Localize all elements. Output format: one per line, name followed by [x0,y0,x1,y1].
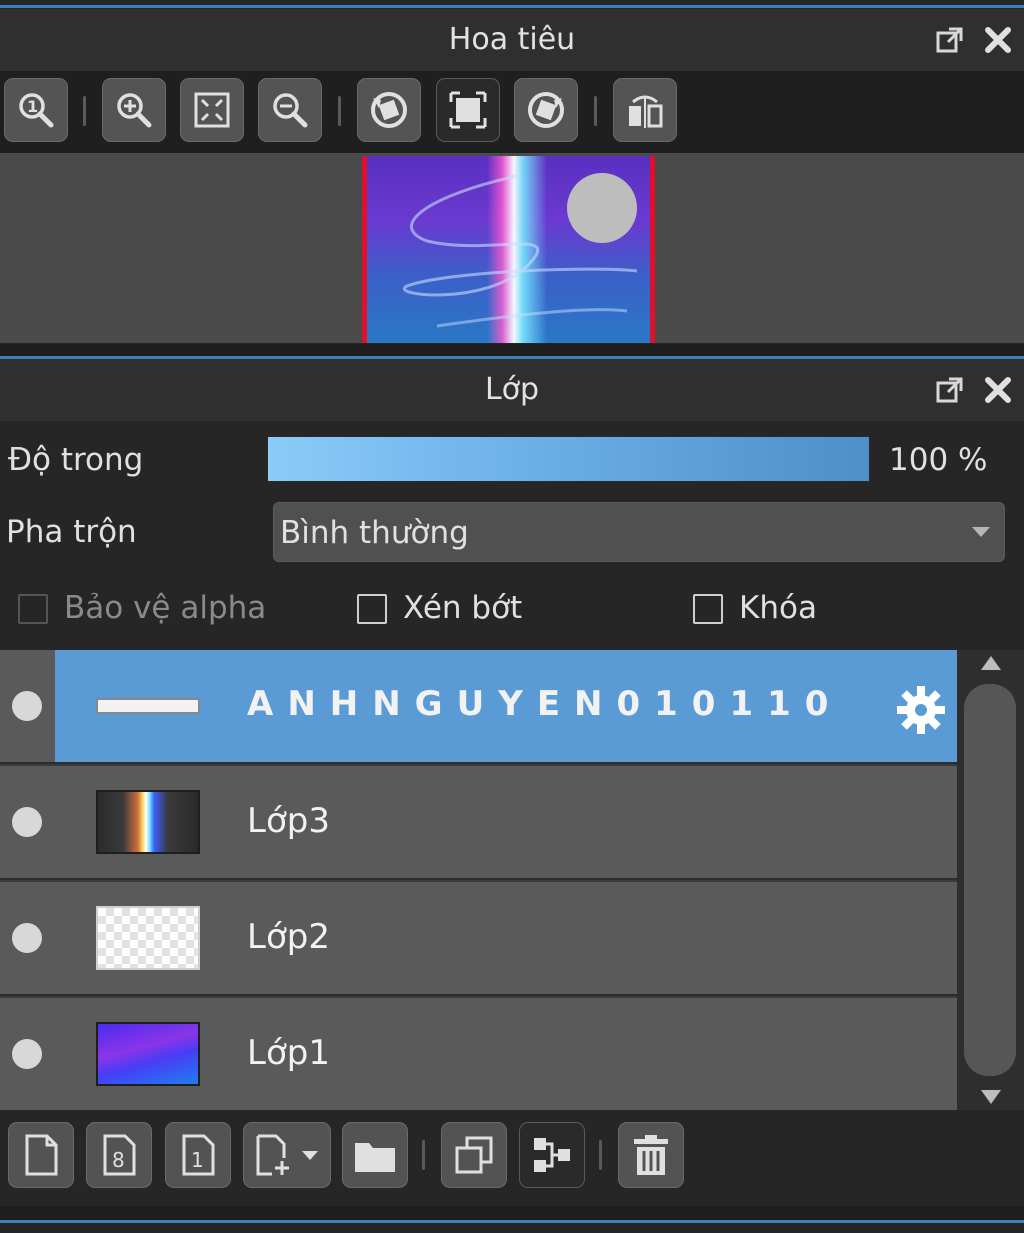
popout-icon[interactable] [930,359,970,421]
scrollbar[interactable] [957,650,1024,1110]
layer-row-lop1[interactable]: Lớp1 [0,998,957,1112]
flip-icon[interactable] [613,78,677,142]
blend-label: Pha trộn [6,514,137,550]
fit-screen-icon[interactable] [180,78,244,142]
toolbar-separator [422,1140,425,1170]
delete-layer-icon[interactable] [618,1122,684,1188]
opacity-slider-fill [268,437,869,481]
add-layer-dropdown-icon[interactable] [243,1122,331,1188]
rotate-right-icon[interactable] [514,78,578,142]
zoom-out-icon[interactable] [258,78,322,142]
layer-row-lop3[interactable]: Lớp3 [0,766,957,880]
svg-text:1: 1 [191,1148,204,1172]
merge-layer-icon[interactable] [519,1122,585,1188]
top-accent-line [0,5,1024,8]
lock-checkbox[interactable] [693,594,723,624]
close-icon[interactable] [978,359,1018,421]
panel-divider[interactable] [0,344,1024,356]
new-layer-8bit-icon[interactable]: 8 [86,1122,152,1188]
clip-label: Xén bớt [403,590,523,626]
scroll-down-icon[interactable] [979,1088,1003,1106]
chevron-down-icon [972,527,990,537]
navigator-preview[interactable] [0,153,1024,343]
opacity-label: Độ trong [8,442,144,478]
svg-text:8: 8 [112,1148,125,1172]
toolbar-separator [599,1140,602,1170]
toolbar-separator [594,96,597,126]
svg-text:1: 1 [27,97,38,116]
layer-row-anhnguyen[interactable]: ANHNGUYEN010110 [0,650,957,764]
layer-name: ANHNGUYEN010110 [247,684,843,724]
clip-checkbox[interactable] [357,594,387,624]
rotate-left-icon[interactable] [357,78,421,142]
opacity-value: 100 % [889,442,988,478]
lock-label: Khóa [739,590,817,626]
layer-thumbnail [96,906,200,970]
scroll-up-icon[interactable] [979,654,1003,672]
layer-thumbnail [96,698,200,714]
duplicate-layer-icon[interactable] [441,1122,507,1188]
new-layer-icon[interactable] [8,1122,74,1188]
layers-title-bar: Lớp [0,359,1024,421]
layer-thumbnail [96,790,200,854]
layer-name: Lớp1 [247,1033,330,1073]
layers-title: Lớp [484,372,540,407]
swirl-lines [402,174,638,328]
bottom-strip [0,1223,1024,1233]
layer-toolbar [0,1110,1024,1200]
zoom-actual-icon[interactable]: 1 [4,78,68,142]
layer-name: Lớp2 [247,917,330,957]
gear-icon[interactable] [893,682,949,738]
opacity-slider[interactable] [267,436,870,482]
fullscreen-icon[interactable] [436,78,500,142]
scrollbar-thumb[interactable] [964,684,1016,1076]
layer-thumbnail [96,1022,200,1086]
blend-mode-value: Bình thường [280,515,469,551]
navigator-title: Hoa tiêu [448,22,576,57]
zoom-in-icon[interactable] [102,78,166,142]
close-icon[interactable] [978,9,1018,71]
protect-alpha-label: Bảo vệ alpha [64,590,267,626]
blend-mode-select[interactable]: Bình thường [273,502,1005,562]
new-folder-icon[interactable] [342,1122,408,1188]
new-layer-1bit-icon[interactable]: 1 [165,1122,231,1188]
toolbar-separator [83,96,86,126]
layer-row-lop2[interactable]: Lớp2 [0,882,957,996]
protect-alpha-checkbox[interactable] [18,594,48,624]
layer-list: ANHNGUYEN010110 Lớp3 Lớp2 Lớp1 [0,650,1024,1112]
visibility-icon[interactable] [12,1039,42,1069]
visibility-icon[interactable] [12,923,42,953]
popout-icon[interactable] [930,9,970,71]
navigator-title-bar: Hoa tiêu [0,9,1024,71]
layer-name: Lớp3 [247,801,330,841]
toolbar-separator [338,96,341,126]
canvas-thumbnail [362,156,655,343]
visibility-icon[interactable] [12,807,42,837]
bottom-grip[interactable] [0,1206,1024,1220]
visibility-icon[interactable] [12,691,42,721]
